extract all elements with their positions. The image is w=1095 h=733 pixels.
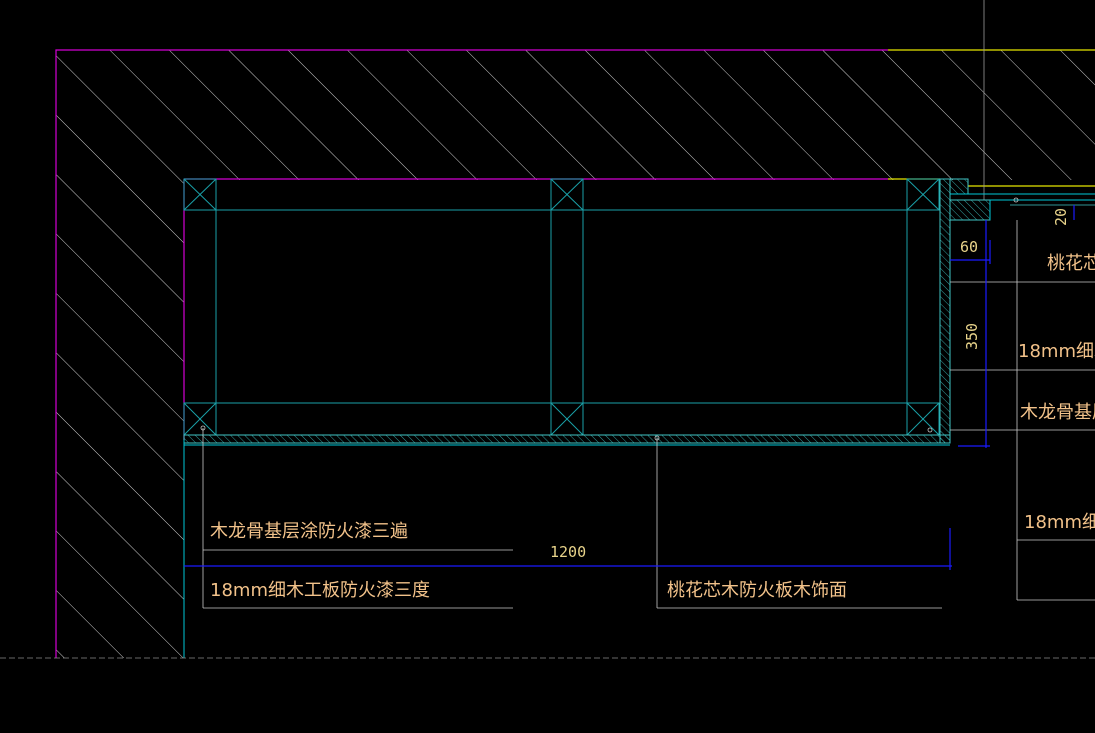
timber-frame xyxy=(184,179,940,436)
dim-offset: 60 xyxy=(960,238,978,256)
cad-drawing-canvas: 1200 60 350 20 木龙骨基层涂防火漆三遍 18mm细木工板防火漆三度… xyxy=(0,0,1095,659)
dim-width: 1200 xyxy=(550,543,586,561)
board-layers xyxy=(183,178,1095,446)
label-blockboard: 18mm细木工板防火漆三度 xyxy=(210,580,430,601)
dim-height: 350 xyxy=(963,323,981,350)
side-label-blockboard-2: 18mm细木 xyxy=(1024,512,1095,533)
label-veneer-finish: 桃花芯木防火板木饰面 xyxy=(667,580,847,601)
side-label-timber: 木龙骨基层 xyxy=(1020,402,1095,423)
timber-blocks xyxy=(183,178,940,436)
label-timber-base: 木龙骨基层涂防火漆三遍 xyxy=(210,521,408,542)
wall-hatch xyxy=(56,50,1095,658)
side-label-veneer: 桃花芯木 xyxy=(1047,253,1095,274)
side-label-blockboard: 18mm细木 xyxy=(1018,341,1095,362)
dim-top: 20 xyxy=(1052,208,1070,226)
